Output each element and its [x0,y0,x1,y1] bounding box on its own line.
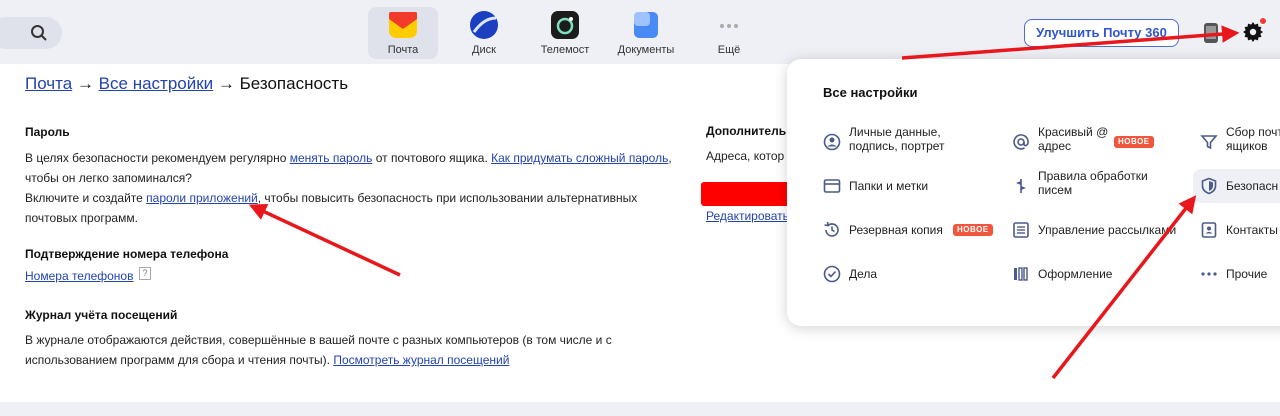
text: В журнале отображаются действия, совершё… [25,333,612,347]
text: почтовых программ. [25,211,138,225]
top-bar: Почта Диск Телемост Документы Ещё Улучши… [0,0,1280,64]
theme-icon [1014,267,1028,281]
breadcrumb-current: Безопасность [239,74,349,93]
view-journal-link[interactable]: Посмотреть журнал посещений [333,353,509,367]
app-telemost[interactable]: Телемост [530,7,600,59]
funnel-icon [1200,135,1218,150]
edit-link[interactable]: Редактировать [706,209,789,223]
menu-item-rules[interactable]: Правила обработки писем [1012,169,1182,203]
help-icon[interactable]: ? [139,267,151,280]
phone-numbers-link[interactable]: Номера телефонов [25,269,133,283]
list-icon [1013,222,1029,238]
menu-item-tasks[interactable]: Дела [823,257,993,291]
menu-item-mail-collector[interactable]: Сбор почт ящиков [1200,125,1280,159]
menu-item-other[interactable]: Прочие [1200,257,1280,291]
history-icon [824,221,839,237]
dots-icon [1201,272,1217,276]
contacts-icon [1201,222,1217,238]
menu-item-security[interactable]: Безопасн [1193,169,1280,203]
menu-item-backup[interactable]: Резервная копия НОВОЕ [823,213,993,247]
app-disk[interactable]: Диск [449,7,519,59]
menu-item-label: Личные данные, подпись, портрет [849,125,945,153]
app-mail[interactable]: Почта [368,7,438,59]
app-label: Диск [472,44,496,56]
upgrade-button[interactable]: Улучшить Почту 360 [1024,19,1179,47]
text: от почтового ящика. [372,151,492,165]
journal-text: В журнале отображаются действия, совершё… [25,330,685,370]
menu-item-contacts[interactable]: Контакты [1200,213,1280,247]
text: В целях безопасности рекомендуем регуляр… [25,151,290,165]
menu-item-label: Прочие [1226,267,1268,281]
app-label: Документы [617,44,675,56]
menu-item-subscriptions[interactable]: Управление рассылками [1012,213,1182,247]
menu-item-label: Сбор почт ящиков [1226,125,1280,153]
app-more[interactable]: Ещё [694,7,764,59]
menu-item-appearance[interactable]: Оформление [1012,257,1182,291]
text: чтобы он легко запоминался? [25,171,192,185]
password-section-title: Пароль [25,125,70,139]
extra-section-text: Адреса, котор [706,149,785,163]
at-icon [1013,134,1029,150]
disk-app-icon [470,11,498,39]
more-dots-icon [720,24,738,28]
rules-icon [1016,179,1026,193]
text: использованием программ для сбора и чтен… [25,353,334,367]
user-circle-icon [823,133,841,151]
app-label: Ещё [717,44,741,56]
notification-dot [1259,17,1267,25]
breadcrumb-mail-link[interactable]: Почта [25,74,72,93]
folder-icon [823,179,841,193]
menu-item-label: Управление рассылками [1038,223,1177,237]
menu-item-label: Папки и метки [849,179,929,193]
menu-item-beautiful-address[interactable]: Красивый @ адрес НОВОЕ [1012,125,1182,159]
telemost-app-icon [551,11,579,39]
menu-item-label: Резервная копия [849,223,943,237]
change-password-link[interactable]: менять пароль [290,151,373,165]
menu-item-label: Безопасн [1226,179,1279,193]
breadcrumb-separator: → [72,74,99,93]
menu-item-folders[interactable]: Папки и метки [823,169,993,203]
app-label: Почта [387,44,419,56]
menu-item-label: Правила обработки писем [1038,169,1148,197]
search-field[interactable] [0,17,62,49]
mail-app-icon [389,12,417,38]
journal-section-title: Журнал учёта посещений [25,308,178,322]
menu-item-label: Красивый @ адрес [1038,125,1109,153]
settings-dropdown: Все настройки Личные данные, подпись, по… [787,59,1280,326]
settings-button[interactable] [1241,17,1267,44]
breadcrumb-all-settings-link[interactable]: Все настройки [99,74,213,93]
check-circle-icon [823,265,841,283]
redaction-box [701,182,793,206]
breadcrumb: Почта → Все настройки → Безопасность [25,74,348,94]
strong-password-link[interactable]: Как придумать сложный пароль [491,151,668,165]
password-text: В целях безопасности рекомендуем регуляр… [25,148,685,228]
app-label: Телемост [540,44,590,56]
extra-section-title: Дополнитель [706,124,787,138]
app-documents[interactable]: Документы [611,7,681,59]
menu-item-label: Дела [849,267,878,281]
menu-item-label: Оформление [1038,267,1113,281]
new-badge: НОВОЕ [953,224,993,236]
phone-section-title: Подтверждение номера телефона [25,247,229,261]
text: , чтобы повысить безопасность при исполь… [257,191,638,205]
shield-icon [1201,177,1217,195]
breadcrumb-separator: → [213,74,240,93]
new-badge: НОВОЕ [1114,136,1154,148]
dropdown-title: Все настройки [823,85,918,100]
phone-icon[interactable] [1203,22,1219,44]
search-icon [31,25,47,41]
documents-app-icon [634,12,658,38]
menu-item-label: Контакты [1226,223,1278,237]
text: , [668,151,672,165]
menu-item-personal[interactable]: Личные данные, подпись, портрет [823,125,993,159]
text: Включите и создайте [25,191,147,205]
app-passwords-link[interactable]: пароли приложений [146,191,258,205]
